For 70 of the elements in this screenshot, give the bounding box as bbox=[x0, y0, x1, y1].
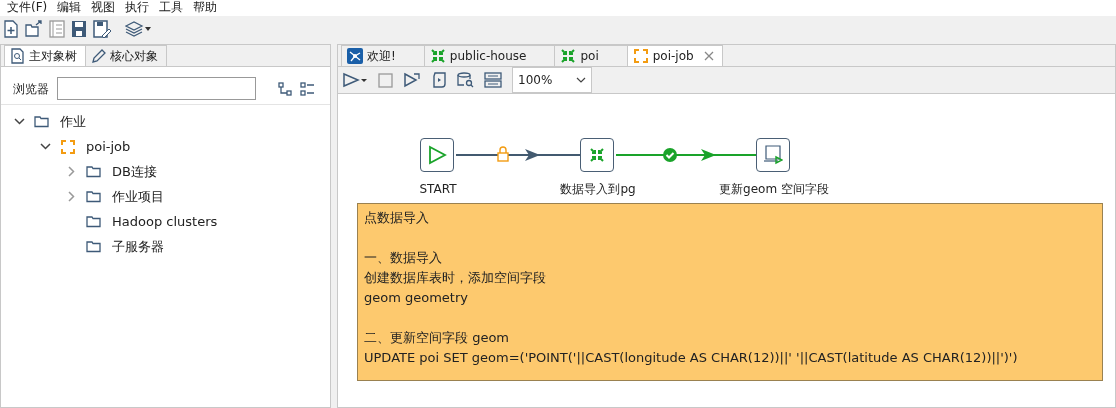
tree-item[interactable]: poi-job bbox=[86, 136, 131, 157]
database-search-icon[interactable] bbox=[457, 72, 474, 88]
menu-item[interactable]: 执行 bbox=[122, 0, 157, 16]
save-as-icon[interactable] bbox=[93, 20, 111, 38]
lock-icon bbox=[497, 146, 509, 162]
arrows-inward-icon bbox=[429, 48, 446, 64]
note-line: 点数据导入 bbox=[364, 209, 430, 227]
arrows-inward-icon bbox=[589, 147, 605, 163]
node-label: 数据导入到pg bbox=[560, 181, 636, 198]
tree-item[interactable]: 作业 bbox=[60, 111, 86, 132]
note-line: geom geometry bbox=[364, 289, 469, 307]
job-node[interactable] bbox=[580, 138, 614, 172]
arrows-outward-icon bbox=[632, 48, 649, 64]
network-icon bbox=[347, 48, 363, 64]
hop-arrow[interactable] bbox=[615, 149, 757, 161]
folder-icon bbox=[86, 213, 102, 230]
editor-tab[interactable]: poi bbox=[554, 45, 628, 66]
node-label: 更新geom 空间字段 bbox=[719, 181, 829, 198]
tree-item[interactable]: Hadoop clusters bbox=[112, 211, 218, 232]
script-icon[interactable] bbox=[431, 72, 447, 88]
note-line: 一、数据导入 bbox=[364, 249, 443, 267]
close-icon[interactable] bbox=[703, 51, 714, 61]
expand-chevron-icon[interactable] bbox=[65, 190, 78, 203]
editor-tab[interactable]: public-house bbox=[423, 45, 556, 66]
hierarchy-icon[interactable] bbox=[278, 81, 292, 96]
menu-item[interactable]: 文件(F) bbox=[4, 0, 55, 16]
folder-icon bbox=[86, 188, 102, 205]
tree-item[interactable]: DB连接 bbox=[112, 161, 157, 182]
check-icon bbox=[663, 148, 677, 162]
zoom-dropdown[interactable]: 100% bbox=[512, 67, 592, 93]
pencil-icon bbox=[91, 48, 106, 64]
panel-tab[interactable]: 核心对象 bbox=[85, 45, 167, 66]
dropdown-caret-icon bbox=[576, 77, 586, 83]
save-icon[interactable] bbox=[71, 20, 87, 38]
tree-item[interactable]: 作业项目 bbox=[112, 186, 164, 207]
list-view-icon[interactable] bbox=[300, 81, 314, 96]
editor-tab[interactable]: 欢迎! bbox=[341, 45, 425, 66]
layout-icon[interactable] bbox=[484, 72, 502, 88]
collapse-chevron-icon[interactable] bbox=[13, 115, 26, 128]
menu-item[interactable]: 视图 bbox=[88, 0, 123, 16]
panel-tab[interactable]: 主对象树 bbox=[4, 45, 86, 66]
note-line: 二、更新空间字段 geom bbox=[364, 329, 510, 347]
note-line: 创建数据库表时，添加空间字段 bbox=[364, 269, 547, 287]
sql-script-icon bbox=[763, 145, 783, 165]
menu-item[interactable]: 帮助 bbox=[190, 0, 225, 16]
collapse-chevron-icon[interactable] bbox=[39, 140, 52, 153]
replay-icon[interactable] bbox=[403, 72, 421, 88]
open-folder-icon[interactable] bbox=[25, 20, 43, 38]
editor-tab[interactable]: poi-job bbox=[626, 45, 723, 66]
expand-chevron-icon[interactable] bbox=[65, 165, 78, 178]
search-label: 浏览器 bbox=[13, 80, 49, 98]
folder-icon bbox=[34, 113, 50, 130]
folder-icon bbox=[86, 163, 102, 180]
menu-item[interactable]: 编辑 bbox=[54, 0, 89, 16]
folder-icon bbox=[86, 238, 102, 255]
job-node[interactable] bbox=[420, 138, 454, 172]
run-icon[interactable] bbox=[342, 72, 368, 88]
tree-item[interactable]: 子服务器 bbox=[112, 236, 164, 257]
layers-icon[interactable] bbox=[125, 21, 151, 37]
menu-item[interactable]: 工具 bbox=[156, 0, 191, 16]
search-field[interactable] bbox=[57, 77, 256, 100]
arrows-inward-icon bbox=[560, 48, 577, 64]
search-document-icon bbox=[10, 48, 25, 64]
hop-arrow[interactable] bbox=[455, 149, 581, 161]
play-icon bbox=[427, 145, 447, 165]
note-line: UPDATE poi SET geom=('POINT('||CAST(longitude AS CHAR(12))||' '||CAST(latitude AS CHAR(12))||')') bbox=[364, 349, 1019, 367]
job-node[interactable] bbox=[756, 138, 790, 172]
node-label: START bbox=[419, 181, 457, 198]
new-file-icon[interactable] bbox=[3, 20, 19, 38]
job-icon bbox=[60, 138, 76, 155]
